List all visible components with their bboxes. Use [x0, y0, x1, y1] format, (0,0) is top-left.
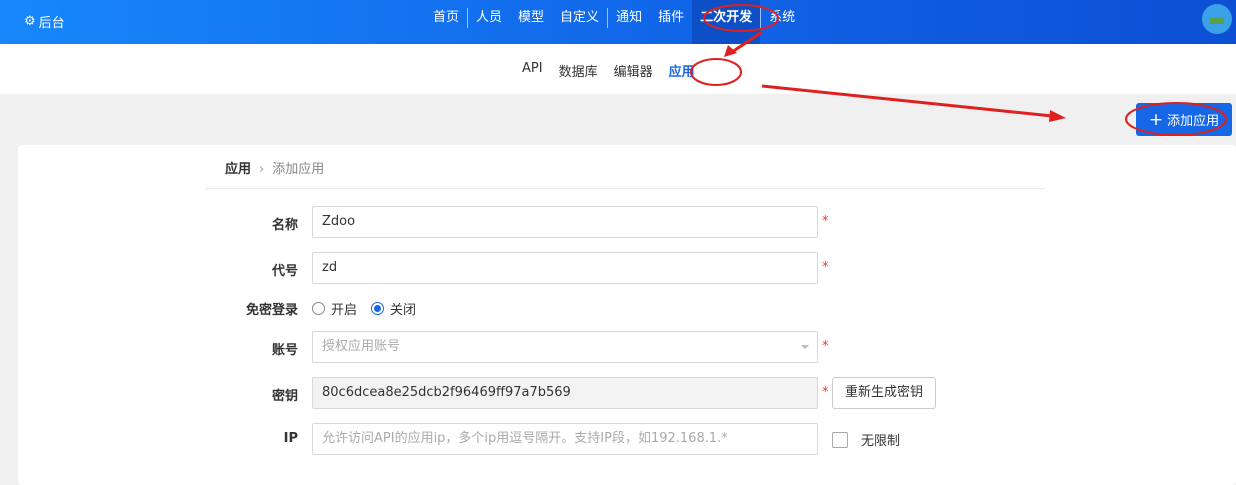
ip-input[interactable]: 允许访问API的应用ip，多个ip用逗号隔开。支持IP段，如192.168.1.…	[312, 423, 818, 455]
subnav-editor[interactable]: 编辑器	[606, 61, 661, 80]
unlimited-label[interactable]: 无限制	[861, 430, 900, 449]
plus-icon: +	[1148, 109, 1164, 130]
code-row: 代号 zd *	[0, 252, 1236, 284]
account-row: 账号 授权应用账号 *	[0, 331, 1236, 363]
nav-custom[interactable]: 自定义	[552, 0, 607, 44]
secret-row: 密钥 80c6dcea8e25dcb2f96469ff97a7b569 * 重新…	[0, 377, 1236, 409]
breadcrumb-current: 添加应用	[272, 162, 325, 177]
sso-label: 免密登录	[245, 303, 298, 318]
secret-input[interactable]: 80c6dcea8e25dcb2f96469ff97a7b569	[312, 377, 818, 409]
chevron-right-icon: ›	[259, 162, 265, 177]
sub-nav-bar: API 数据库 编辑器 应用	[0, 44, 1236, 94]
name-input[interactable]: Zdoo	[312, 206, 818, 238]
subnav-database[interactable]: 数据库	[551, 61, 606, 80]
ip-label: IP	[283, 431, 298, 446]
required-mark: *	[822, 339, 829, 354]
name-label: 名称	[271, 218, 298, 233]
required-mark: *	[822, 260, 829, 275]
secret-label: 密钥	[271, 389, 298, 404]
nav-people[interactable]: 人员	[468, 0, 510, 44]
required-mark: *	[822, 214, 829, 229]
nav-notify[interactable]: 通知	[608, 0, 650, 44]
nav-dev[interactable]: 二次开发	[692, 0, 761, 44]
account-label: 账号	[271, 343, 298, 358]
nav-home[interactable]: 首页	[425, 0, 467, 44]
ip-row: IP 允许访问API的应用ip，多个ip用逗号隔开。支持IP段，如192.168…	[0, 423, 1236, 455]
regenerate-secret-button[interactable]: 重新生成密钥	[832, 377, 936, 409]
unlimited-checkbox[interactable]	[832, 431, 848, 448]
divider	[205, 188, 1045, 189]
nav-model[interactable]: 模型	[510, 0, 552, 44]
nav-system[interactable]: 系统	[761, 0, 803, 44]
radio-off-label[interactable]: 关闭	[390, 299, 416, 318]
nav-plugin[interactable]: 插件	[650, 0, 692, 44]
annotation-arrowhead	[1049, 110, 1066, 122]
radio-on-label[interactable]: 开启	[331, 299, 357, 318]
sso-row: 免密登录 开启 关闭	[0, 291, 1236, 323]
account-select[interactable]: 授权应用账号	[312, 331, 818, 363]
breadcrumb: 应用 › 添加应用	[225, 158, 324, 177]
radio-on[interactable]	[312, 302, 325, 315]
subnav-api[interactable]: API	[514, 61, 551, 80]
breadcrumb-parent[interactable]: 应用	[225, 162, 251, 177]
main-nav: 首页 人员 模型 自定义 通知 插件 二次开发 系统	[425, 0, 803, 44]
name-row: 名称 Zdoo *	[0, 206, 1236, 238]
required-mark: *	[822, 385, 829, 400]
avatar[interactable]	[1202, 4, 1232, 34]
add-app-button[interactable]: + 添加应用	[1136, 103, 1232, 136]
brand[interactable]: ⚙ 后台	[24, 12, 65, 31]
top-bar: ⚙ 后台 首页 人员 模型 自定义 通知 插件 二次开发 系统	[0, 0, 1236, 44]
subnav-app[interactable]: 应用	[661, 61, 703, 80]
gear-icon: ⚙	[24, 14, 36, 29]
code-input[interactable]: zd	[312, 252, 818, 284]
radio-off[interactable]	[371, 302, 385, 315]
code-label: 代号	[271, 264, 298, 279]
account-placeholder: 授权应用账号	[322, 339, 401, 354]
chevron-down-icon	[801, 345, 809, 353]
